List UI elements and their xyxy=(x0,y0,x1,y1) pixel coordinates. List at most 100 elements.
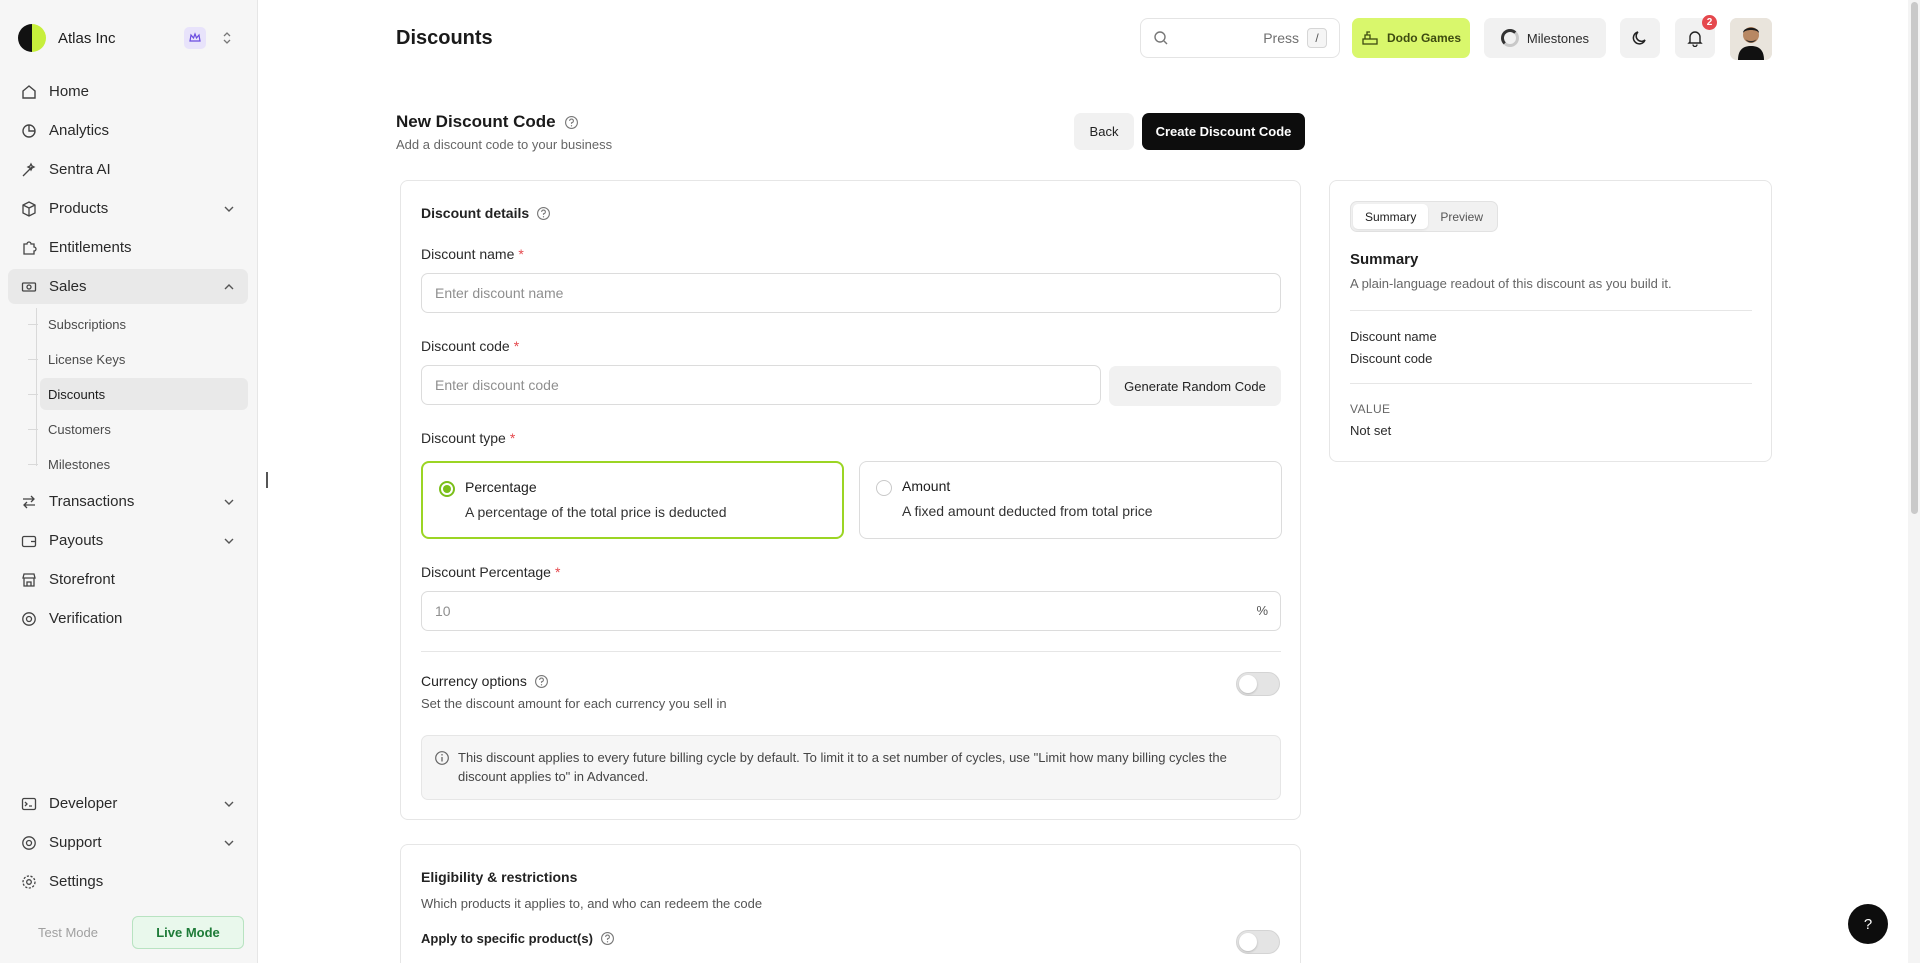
help-button[interactable]: ? xyxy=(1848,904,1888,944)
sidebar-item-storefront[interactable]: Storefront xyxy=(8,562,248,597)
discount-type-label: Discount type * xyxy=(421,430,515,446)
page-scrollbar[interactable] xyxy=(1908,0,1920,963)
eligibility-card: Eligibility & restrictions Which product… xyxy=(400,844,1301,963)
search-shortcut-hint: Press xyxy=(1263,30,1299,46)
chevron-down-icon xyxy=(224,206,234,212)
sidebar-item-products[interactable]: Products xyxy=(8,191,248,226)
eligibility-heading: Eligibility & restrictions xyxy=(421,869,578,885)
tab-preview[interactable]: Preview xyxy=(1428,204,1495,229)
summary-value: Not set xyxy=(1350,423,1392,438)
info-text: This discount applies to every future bi… xyxy=(458,750,1227,784)
sidebar-item-label: Products xyxy=(49,200,109,217)
section-heading: Discount details xyxy=(421,205,551,221)
milestones-label: Milestones xyxy=(1526,30,1590,46)
generate-code-button[interactable]: Generate Random Code xyxy=(1109,366,1281,406)
sidebar-subitem-milestones[interactable]: Milestones xyxy=(28,448,248,480)
sidebar-subitem-customers[interactable]: Customers xyxy=(28,413,248,445)
milestones-button[interactable]: Milestones xyxy=(1484,18,1606,58)
sidebar-item-entitlements[interactable]: Entitlements xyxy=(8,230,248,265)
brand-name: Atlas Inc xyxy=(58,29,116,47)
radio-unselected[interactable] xyxy=(876,480,892,496)
gear-icon xyxy=(20,873,38,891)
discount-percentage-input[interactable]: 10 % xyxy=(421,591,1281,631)
sidebar-item-developer[interactable]: Developer xyxy=(8,786,248,821)
label-text: Discount Percentage xyxy=(421,564,551,580)
sidebar-item-support[interactable]: Support xyxy=(8,825,248,860)
user-avatar-image xyxy=(1730,18,1772,60)
sidebar-item-sentra-ai[interactable]: Sentra AI xyxy=(8,152,248,187)
box-icon xyxy=(20,200,38,218)
scrollbar-thumb[interactable] xyxy=(1911,2,1918,514)
sales-subnav: Subscriptions License Keys Discounts Cus… xyxy=(26,308,248,480)
search-input[interactable]: Press / xyxy=(1140,18,1340,58)
divider xyxy=(421,651,1281,652)
currency-options-title: Currency options xyxy=(421,673,527,689)
store-switcher-button[interactable]: Dodo Games xyxy=(1352,18,1470,58)
help-circle-icon[interactable] xyxy=(534,674,549,689)
discount-name-label: Discount name * xyxy=(421,246,524,262)
chevron-updown-icon[interactable] xyxy=(220,27,234,49)
discount-name-input[interactable]: Enter discount name xyxy=(421,273,1281,313)
divider xyxy=(1350,383,1752,384)
currency-options-toggle[interactable] xyxy=(1236,672,1280,696)
type-percentage-option[interactable]: Percentage A percentage of the total pri… xyxy=(421,461,844,539)
sidebar-item-settings[interactable]: Settings xyxy=(8,864,248,899)
sidebar-item-sales[interactable]: Sales xyxy=(8,269,248,304)
summary-discount-name: Discount name xyxy=(1350,329,1437,344)
summary-discount-code: Discount code xyxy=(1350,351,1433,366)
sidebar-item-label: Entitlements xyxy=(49,239,132,256)
mode-switch: Test Mode Live Mode xyxy=(18,916,244,949)
search-icon xyxy=(1154,31,1168,45)
type-amount-option[interactable]: Amount A fixed amount deducted from tota… xyxy=(859,461,1282,539)
sidebar-bottom-nav: Developer Support Settings xyxy=(8,786,248,903)
apply-specific-products-heading: Apply to specific product(s) xyxy=(421,931,615,946)
option-title: Percentage xyxy=(465,479,537,495)
sidebar-item-label: Home xyxy=(49,83,90,100)
search-shortcut-key: / xyxy=(1307,28,1327,48)
form-title-text: New Discount Code xyxy=(396,112,556,131)
tab-summary[interactable]: Summary xyxy=(1353,204,1429,229)
help-circle-icon[interactable] xyxy=(600,931,615,946)
sidebar-subitem-subscriptions[interactable]: Subscriptions xyxy=(28,308,248,340)
required-marker: * xyxy=(518,246,524,262)
back-button[interactable]: Back xyxy=(1074,113,1134,150)
store-icon xyxy=(20,571,38,589)
sidebar-subitem-license-keys[interactable]: License Keys xyxy=(28,343,248,375)
app-window: Atlas Inc Home Analytics Sentra AI Produ… xyxy=(0,0,1920,963)
info-icon xyxy=(435,751,449,765)
discount-percentage-label: Discount Percentage * xyxy=(421,564,560,580)
apply-specific-products-toggle[interactable] xyxy=(1236,930,1280,954)
sidebar-item-home[interactable]: Home xyxy=(8,74,248,109)
sparkle-icon xyxy=(20,161,38,179)
notifications-button[interactable]: 2 xyxy=(1675,15,1717,58)
create-discount-button[interactable]: Create Discount Code xyxy=(1142,113,1305,150)
radio-selected[interactable] xyxy=(439,481,455,497)
chevron-down-icon xyxy=(224,840,234,846)
brand[interactable]: Atlas Inc xyxy=(18,24,116,52)
live-mode-button[interactable]: Live Mode xyxy=(132,916,244,949)
test-mode-button[interactable]: Test Mode xyxy=(18,917,118,949)
crown-icon[interactable] xyxy=(184,27,206,49)
sidebar-item-label: Support xyxy=(49,834,102,851)
moon-icon xyxy=(1632,31,1646,45)
discount-code-input[interactable]: Enter discount code xyxy=(421,365,1101,405)
sidebar-item-verification[interactable]: Verification xyxy=(8,601,248,636)
help-circle-icon[interactable] xyxy=(536,206,551,221)
sidebar-item-analytics[interactable]: Analytics xyxy=(8,113,248,148)
sidebar-item-payouts[interactable]: Payouts xyxy=(8,523,248,558)
billing-cycle-info: This discount applies to every future bi… xyxy=(421,735,1281,800)
sidebar-resize-handle[interactable] xyxy=(266,472,268,488)
form-subtitle: Add a discount code to your business xyxy=(396,137,613,152)
sidebar-subitem-discounts[interactable]: Discounts xyxy=(28,378,248,410)
eligibility-description: Which products it applies to, and who ca… xyxy=(421,896,763,911)
arrows-icon xyxy=(20,493,38,511)
option-description: A percentage of the total price is deduc… xyxy=(465,504,727,520)
sidebar: Atlas Inc Home Analytics Sentra AI Produ… xyxy=(0,0,258,963)
avatar[interactable] xyxy=(1730,18,1772,60)
help-circle-icon[interactable] xyxy=(564,115,579,130)
sidebar-item-label: Payouts xyxy=(49,532,104,549)
currency-options-description: Set the discount amount for each currenc… xyxy=(421,696,727,711)
cash-icon xyxy=(20,278,38,296)
sidebar-item-transactions[interactable]: Transactions xyxy=(8,484,248,519)
theme-toggle-button[interactable] xyxy=(1620,18,1660,58)
